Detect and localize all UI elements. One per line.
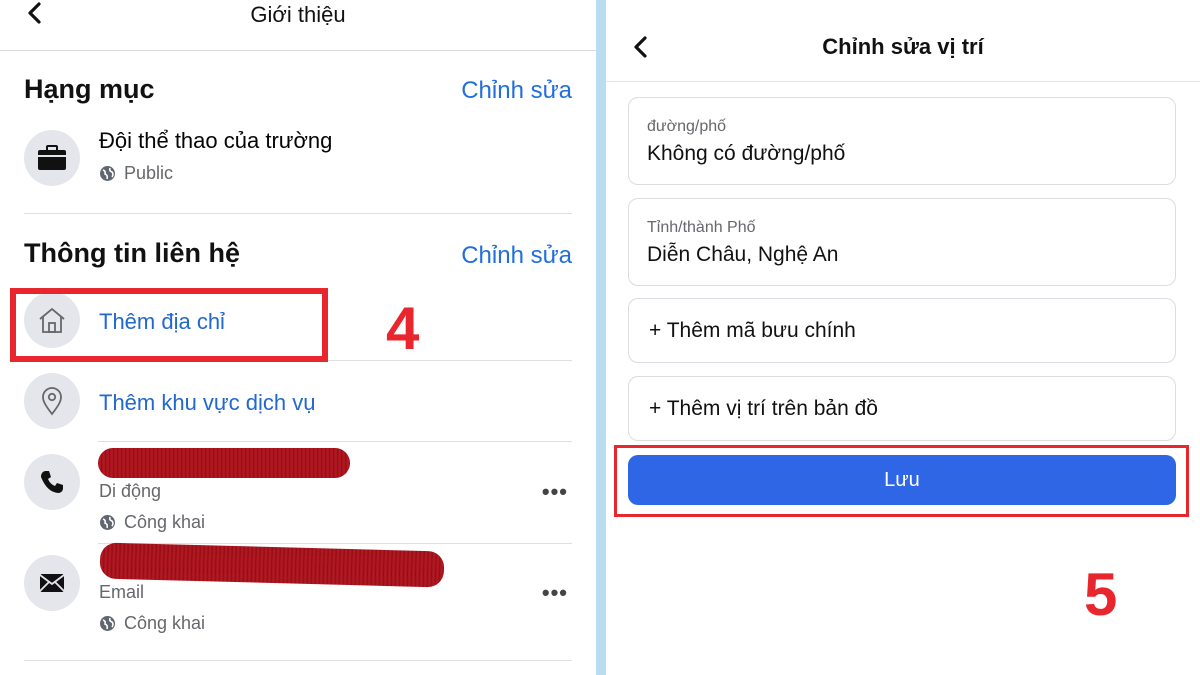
section-divider xyxy=(24,213,572,214)
add-map-location-label: + Thêm vị trí trên bản đồ xyxy=(649,397,878,420)
street-field-label: đường/phố xyxy=(647,118,727,135)
city-field[interactable]: Tỉnh/thành Phố Diễn Châu, Nghệ An xyxy=(628,198,1176,286)
phone-more-dots-icon[interactable]: ••• xyxy=(542,479,568,505)
redacted-phone-number xyxy=(98,448,350,478)
add-service-area-link[interactable]: Thêm khu vực dịch vụ xyxy=(99,390,315,416)
category-item-privacy: Public xyxy=(99,163,173,184)
add-postal-code-label: + Thêm mã bưu chính xyxy=(649,319,856,342)
globe-icon xyxy=(100,166,115,181)
panel-divider xyxy=(596,0,606,675)
phone-privacy: Công khai xyxy=(99,512,205,533)
add-postal-code-button[interactable]: + Thêm mã bưu chính xyxy=(628,298,1176,363)
edit-location-header: Chỉnh sửa vị trí xyxy=(606,0,1200,82)
location-pin-icon xyxy=(24,373,80,429)
page-title: Chỉnh sửa vị trí xyxy=(822,34,984,59)
street-field[interactable]: đường/phố Không có đường/phố xyxy=(628,97,1176,185)
row-divider xyxy=(24,660,572,661)
annotation-step-number: 4 xyxy=(386,295,420,362)
add-map-location-button[interactable]: + Thêm vị trí trên bản đồ xyxy=(628,376,1176,441)
annotation-highlight-box xyxy=(10,288,328,362)
edit-location-panel: Chỉnh sửa vị trí đường/phố Không có đườn… xyxy=(606,0,1200,675)
city-field-value[interactable]: Diễn Châu, Nghệ An xyxy=(647,243,838,267)
email-item[interactable]: Email Công khai ••• xyxy=(24,542,572,643)
page-title: Giới thiệu xyxy=(250,2,346,27)
annotation-step-number: 5 xyxy=(1084,561,1118,628)
email-more-dots-icon[interactable]: ••• xyxy=(542,580,568,606)
envelope-icon xyxy=(24,555,80,611)
globe-icon xyxy=(100,515,115,530)
phone-item[interactable]: Di động Công khai ••• xyxy=(24,444,572,542)
globe-icon xyxy=(100,616,115,631)
city-field-label: Tỉnh/thành Phố xyxy=(647,219,756,236)
about-header: Giới thiệu xyxy=(0,0,596,51)
contact-section-title: Thông tin liên hệ xyxy=(24,238,240,268)
category-item-name: Đội thể thao của trường xyxy=(99,128,333,153)
email-privacy: Công khai xyxy=(99,613,205,634)
phone-icon xyxy=(24,454,80,510)
phone-type: Di động xyxy=(99,481,162,501)
briefcase-icon xyxy=(24,130,80,186)
row-divider xyxy=(98,441,572,442)
category-section-title: Hạng mục xyxy=(24,74,155,104)
redacted-email-address xyxy=(99,542,445,588)
add-service-area-item[interactable]: Thêm khu vực dịch vụ xyxy=(24,373,572,433)
street-field-value[interactable]: Không có đường/phố xyxy=(647,142,845,166)
annotation-highlight-box xyxy=(614,445,1189,517)
category-item[interactable]: Đội thể thao của trường Public xyxy=(24,128,572,188)
contact-edit-link[interactable]: Chỉnh sửa xyxy=(461,242,572,270)
about-panel: Giới thiệu Hạng mục Chỉnh sửa Đội thể th… xyxy=(0,0,596,675)
category-edit-link[interactable]: Chỉnh sửa xyxy=(461,77,572,105)
email-type: Email xyxy=(99,582,145,602)
